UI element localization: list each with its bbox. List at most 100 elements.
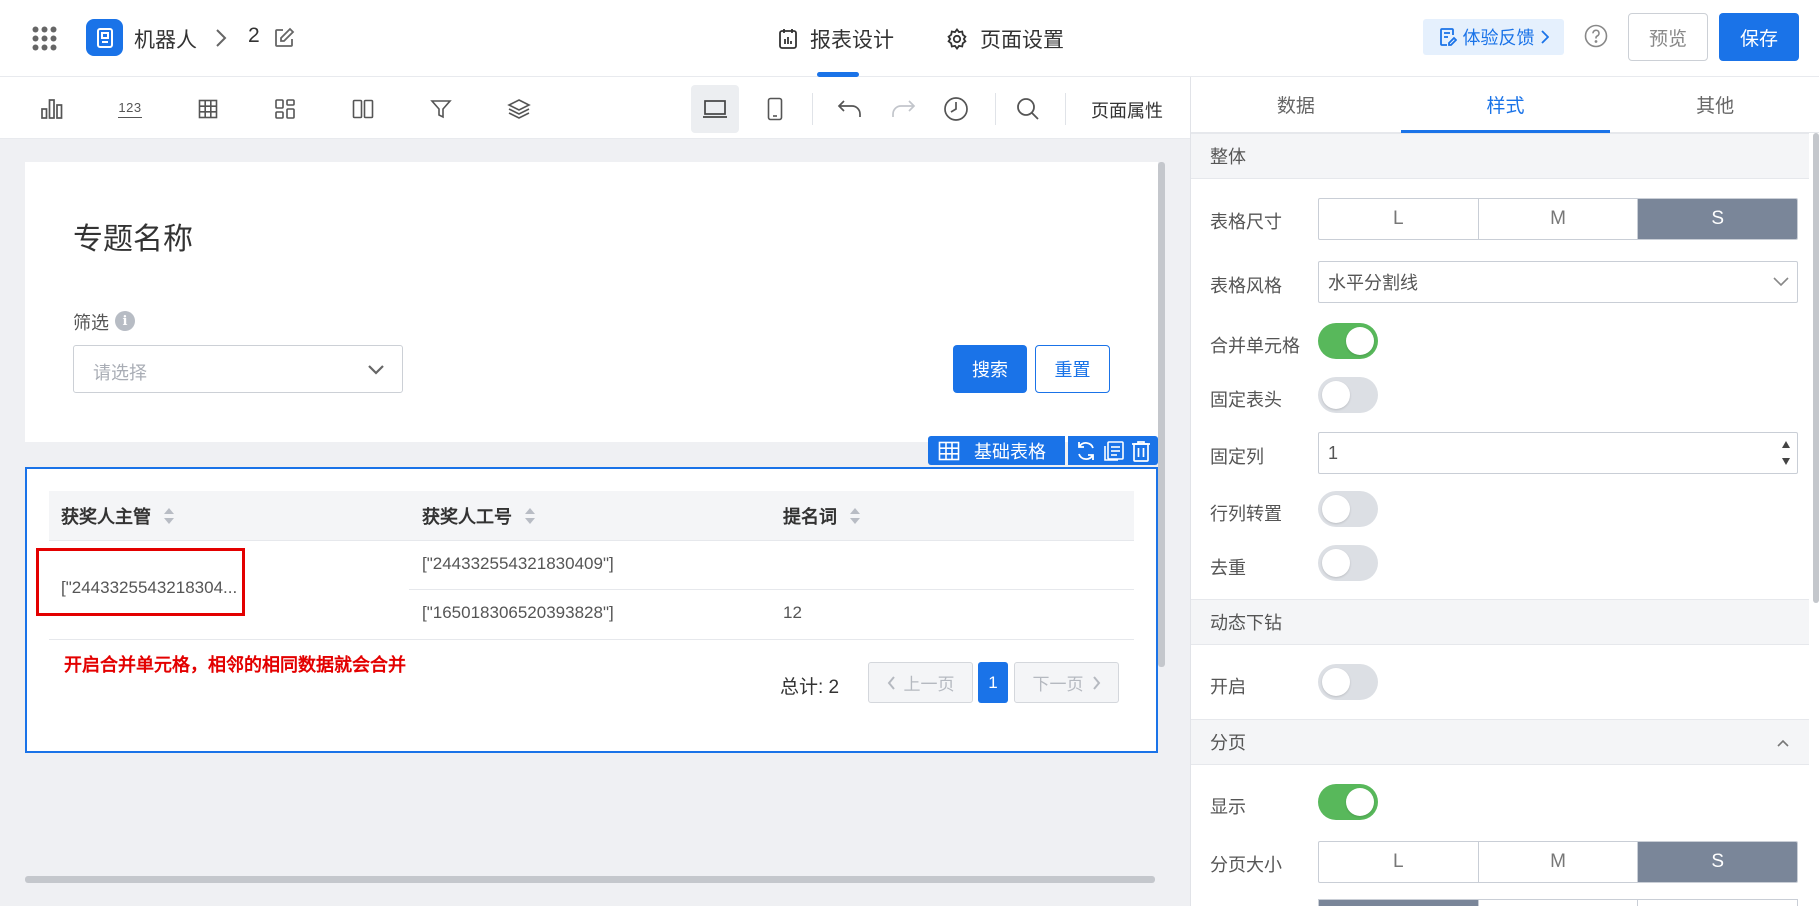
columns-tool[interactable] (345, 91, 381, 127)
section-title: 动态下钻 (1210, 613, 1282, 633)
sort-icon[interactable] (849, 506, 861, 526)
component-tag-label: 基础表格 (974, 441, 1046, 462)
column-header-label: 获奖人主管 (61, 507, 151, 527)
filter-tool[interactable] (423, 91, 459, 127)
clock-icon (944, 97, 968, 121)
mobile-view-button[interactable] (757, 91, 793, 127)
paging-show-label: 显示 (1210, 797, 1246, 817)
section-title: 整体 (1210, 147, 1246, 167)
layers-tool[interactable] (501, 91, 537, 127)
section-paging[interactable]: 分页 (1191, 719, 1809, 765)
tab-data[interactable]: 数据 (1191, 77, 1401, 132)
preview-button[interactable]: 预览 (1628, 13, 1708, 61)
reset-button[interactable]: 重置 (1035, 345, 1110, 393)
nav-page-settings[interactable]: 页面设置 (946, 24, 1064, 54)
panel-scrollbar[interactable] (1813, 133, 1819, 603)
canvas-scrollbar-vertical[interactable] (1158, 162, 1165, 667)
search-icon (1017, 98, 1039, 120)
info-icon[interactable]: i (115, 311, 135, 331)
grid-icon (275, 99, 295, 119)
undo-icon (837, 100, 861, 117)
bar-chart-tool[interactable] (34, 91, 70, 127)
stepper-arrows-icon[interactable] (1781, 440, 1791, 466)
prev-page-button[interactable]: 上一页 (868, 662, 973, 703)
section-overall: 整体 (1191, 133, 1809, 179)
drill-enable-toggle[interactable] (1318, 664, 1378, 700)
column-header-nomination[interactable]: 提名词 (783, 491, 861, 541)
redo-button[interactable] (885, 91, 921, 127)
nav-page-settings-label: 页面设置 (980, 29, 1064, 52)
chevron-up-icon[interactable] (1777, 739, 1789, 747)
column-header-manager[interactable]: 获奖人主管 (61, 491, 175, 541)
transpose-toggle[interactable] (1318, 491, 1378, 527)
table-size-option-l[interactable]: L (1319, 199, 1479, 239)
column-header-label: 获奖人工号 (422, 507, 512, 527)
redo-icon (892, 100, 916, 117)
tab-style[interactable]: 样式 (1400, 77, 1611, 133)
nav-report-design[interactable]: 报表设计 (778, 24, 894, 54)
page-size-option-l[interactable]: L (1319, 842, 1479, 882)
tab-other[interactable]: 其他 (1610, 77, 1819, 132)
report-icon (779, 29, 797, 49)
search-submit-button[interactable]: 搜索 (953, 345, 1027, 393)
bar-chart-icon (41, 99, 63, 119)
tab-label: 样式 (1486, 96, 1525, 117)
sort-icon[interactable] (524, 506, 536, 526)
undo-button[interactable] (832, 91, 868, 127)
table-size-option-m[interactable]: M (1479, 199, 1639, 239)
feedback-button[interactable]: 体验反馈 (1423, 19, 1564, 55)
fixed-column-stepper[interactable]: 1 (1318, 432, 1798, 474)
delete-icon[interactable] (1131, 440, 1151, 462)
fixed-header-toggle[interactable] (1318, 377, 1378, 413)
page-size-segmented: L M S (1318, 841, 1798, 883)
dedupe-toggle[interactable] (1318, 545, 1378, 581)
history-button[interactable] (938, 91, 974, 127)
apps-menu-icon[interactable] (32, 26, 57, 51)
edit-icon[interactable] (273, 27, 295, 49)
component-tag[interactable]: 基础表格 (928, 436, 1065, 465)
reset-label: 重置 (1054, 360, 1091, 380)
desktop-view-button[interactable] (691, 85, 739, 133)
table-header-row: 获奖人主管 获奖人工号 提名词 (49, 491, 1134, 541)
help-icon[interactable] (1584, 24, 1608, 48)
page-size-option-s[interactable]: S (1638, 842, 1797, 882)
section-drilldown: 动态下钻 (1191, 599, 1809, 645)
table-row: ["165018306520393828"] 12 (409, 590, 1134, 639)
next-page-button[interactable]: 下一页 (1014, 662, 1119, 703)
select-placeholder: 请选择 (93, 363, 147, 383)
page-number-current[interactable]: 1 (978, 662, 1008, 703)
columns-icon (352, 99, 374, 119)
nav-report-design-label: 报表设计 (810, 29, 894, 52)
page-number-label: 1 (988, 672, 998, 692)
save-button[interactable]: 保存 (1719, 13, 1799, 61)
page-properties-button[interactable]: 页面属性 (1091, 97, 1163, 123)
table-bottom-border (49, 639, 1134, 640)
tab-label: 其他 (1696, 96, 1735, 117)
breadcrumb-chevron-icon (214, 28, 228, 48)
canvas-scrollbar-horizontal[interactable] (25, 876, 1155, 883)
transpose-label: 行列转置 (1210, 504, 1282, 524)
app-name[interactable]: 机器人 (134, 24, 197, 54)
prev-page-label: 上一页 (903, 675, 955, 694)
table-style-select[interactable]: 水平分割线 (1318, 261, 1798, 303)
table-tool[interactable] (190, 91, 226, 127)
paging-show-toggle[interactable] (1318, 784, 1378, 820)
search-submit-label: 搜索 (972, 360, 1008, 380)
refresh-icon[interactable] (1075, 440, 1097, 462)
property-panel: 数据 样式 其他 整体 表格尺寸 L M S 表格风格 水平分割线 合并单元格 … (1190, 77, 1819, 906)
pagination-total: 总计: 2 (780, 677, 840, 698)
number-tool[interactable]: 123 (112, 91, 148, 127)
next-page-label: 下一页 (1032, 675, 1084, 694)
copy-icon[interactable] (1103, 440, 1125, 462)
filter-select[interactable]: 请选择 (73, 345, 403, 393)
search-button[interactable] (1010, 91, 1046, 127)
page-size-option-m[interactable]: M (1479, 842, 1639, 882)
column-header-employee-id[interactable]: 获奖人工号 (422, 491, 536, 541)
sort-icon[interactable] (163, 506, 175, 526)
grid-tool[interactable] (267, 91, 303, 127)
save-label: 保存 (1739, 28, 1778, 50)
merge-cells-toggle[interactable] (1318, 323, 1378, 359)
table-size-label: 表格尺寸 (1210, 212, 1282, 232)
table-style-value: 水平分割线 (1328, 273, 1418, 293)
table-size-option-s[interactable]: S (1638, 199, 1797, 239)
